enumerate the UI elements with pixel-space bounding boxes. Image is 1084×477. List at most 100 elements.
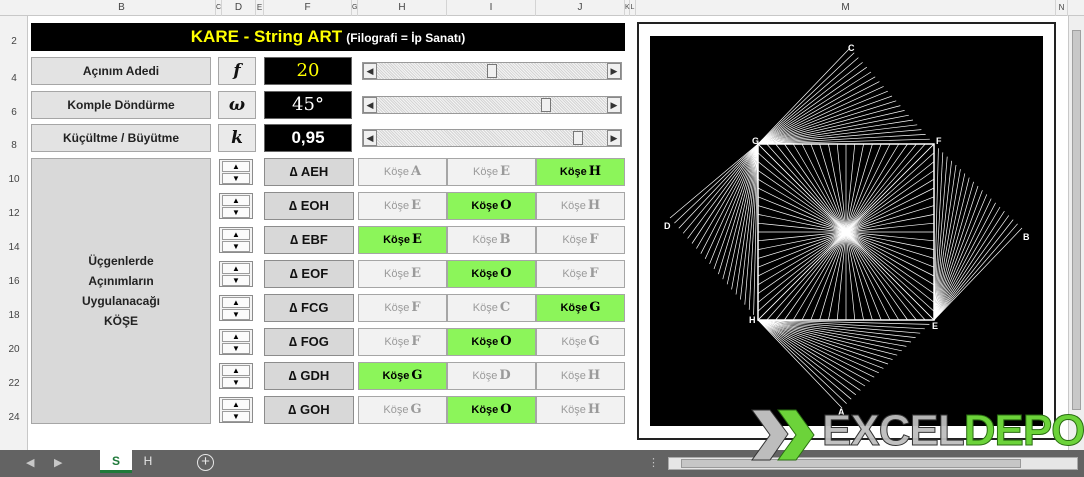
spinner-down-icon[interactable]: ▼ bbox=[222, 309, 250, 320]
row-number[interactable]: 2 bbox=[0, 36, 28, 47]
corner-spinner[interactable]: ▲ ▼ bbox=[219, 397, 253, 423]
spinner-up-icon[interactable]: ▲ bbox=[222, 399, 250, 410]
param-value-rotation[interactable]: 45° bbox=[264, 91, 352, 119]
column-header-d[interactable]: D bbox=[222, 0, 256, 16]
row-number[interactable]: 4 bbox=[0, 73, 28, 84]
corner-cell[interactable]: Köşe D bbox=[447, 362, 536, 390]
slider-thumb[interactable] bbox=[541, 98, 551, 112]
column-header-e[interactable]: E bbox=[256, 0, 264, 16]
corner-cell-letter: E bbox=[411, 266, 421, 281]
row-number[interactable]: 12 bbox=[0, 208, 28, 219]
row-number[interactable]: 8 bbox=[0, 140, 28, 151]
spinner-up-icon[interactable]: ▲ bbox=[222, 161, 250, 172]
corner-cell[interactable]: Köşe F bbox=[358, 328, 447, 356]
spinner-down-icon[interactable]: ▼ bbox=[222, 377, 250, 388]
corner-cell[interactable]: Köşe E bbox=[358, 226, 447, 254]
add-sheet-icon[interactable]: + bbox=[197, 454, 214, 471]
corner-cell-letter: D bbox=[499, 368, 511, 383]
corner-cell[interactable]: Köşe H bbox=[536, 192, 625, 220]
corner-cell-label: Köşe bbox=[471, 268, 499, 280]
spinner-up-icon[interactable]: ▲ bbox=[222, 331, 250, 342]
spinner-up-icon[interactable]: ▲ bbox=[222, 195, 250, 206]
slider-right-arrow-icon[interactable]: ▶ bbox=[607, 63, 621, 79]
corner-cell[interactable]: Köşe O bbox=[447, 260, 536, 288]
sheet-tab-s[interactable]: S bbox=[100, 450, 132, 473]
vertical-scroll-thumb[interactable] bbox=[1072, 30, 1081, 410]
slider-right-arrow-icon[interactable]: ▶ bbox=[607, 97, 621, 113]
corner-spinner[interactable]: ▲ ▼ bbox=[219, 261, 253, 287]
corner-cell[interactable]: Köşe O bbox=[447, 328, 536, 356]
spinner-up-icon[interactable]: ▲ bbox=[222, 263, 250, 274]
corner-spinner[interactable]: ▲ ▼ bbox=[219, 295, 253, 321]
vertical-scrollbar[interactable] bbox=[1068, 16, 1084, 450]
corner-cell[interactable]: Köşe G bbox=[536, 328, 625, 356]
row-number[interactable]: 22 bbox=[0, 378, 28, 389]
spinner-down-icon[interactable]: ▼ bbox=[222, 241, 250, 252]
corner-spinner[interactable]: ▲ ▼ bbox=[219, 227, 253, 253]
slider-left-arrow-icon[interactable]: ◀ bbox=[363, 130, 377, 146]
spinner-down-icon[interactable]: ▼ bbox=[222, 275, 250, 286]
spinner-down-icon[interactable]: ▼ bbox=[222, 207, 250, 218]
column-header-j[interactable]: J bbox=[536, 0, 625, 16]
corner-cell[interactable]: Köşe C bbox=[447, 294, 536, 322]
slider-thumb[interactable] bbox=[487, 64, 497, 78]
corner-cell[interactable]: Köşe G bbox=[358, 362, 447, 390]
corner-cell[interactable]: Köşe A bbox=[358, 158, 447, 186]
spinner-up-icon[interactable]: ▲ bbox=[222, 229, 250, 240]
param-value-scale[interactable]: 0,95 bbox=[264, 124, 352, 152]
slider-left-arrow-icon[interactable]: ◀ bbox=[363, 63, 377, 79]
column-header-b[interactable]: B bbox=[28, 0, 216, 16]
corner-spinner[interactable]: ▲ ▼ bbox=[219, 193, 253, 219]
corner-cell[interactable]: Köşe F bbox=[536, 226, 625, 254]
spinner-down-icon[interactable]: ▼ bbox=[222, 173, 250, 184]
corner-cell[interactable]: Köşe H bbox=[536, 158, 625, 186]
corner-section-label: Üçgenlerde Açınımların Uygulanacağı KÖŞE bbox=[31, 158, 211, 424]
slider-count[interactable]: ◀ ▶ bbox=[362, 62, 622, 80]
param-value-count[interactable]: 20 bbox=[264, 57, 352, 85]
row-number[interactable]: 24 bbox=[0, 412, 28, 423]
corner-cell[interactable]: Köşe E bbox=[358, 260, 447, 288]
slider-scale[interactable]: ◀ ▶ bbox=[362, 129, 622, 147]
more-options-icon[interactable]: ⋮ bbox=[648, 456, 659, 469]
slider-thumb[interactable] bbox=[573, 131, 583, 145]
corner-cell[interactable]: Köşe H bbox=[536, 362, 625, 390]
corner-cell[interactable]: Köşe E bbox=[447, 158, 536, 186]
logo-text-excel: EXCEL bbox=[822, 406, 966, 456]
corner-spinner[interactable]: ▲ ▼ bbox=[219, 363, 253, 389]
corner-cell[interactable]: Köşe H bbox=[536, 396, 625, 424]
corner-cell[interactable]: Köşe O bbox=[447, 192, 536, 220]
sheet-next-icon[interactable]: ▶ bbox=[54, 456, 62, 469]
corner-cell[interactable]: Köşe F bbox=[536, 260, 625, 288]
corner-spinner[interactable]: ▲ ▼ bbox=[219, 329, 253, 355]
corner-cell[interactable]: Köşe B bbox=[447, 226, 536, 254]
spinner-up-icon[interactable]: ▲ bbox=[222, 297, 250, 308]
corner-spinner[interactable]: ▲ ▼ bbox=[219, 159, 253, 185]
column-header-m[interactable]: M bbox=[636, 0, 1056, 16]
column-header-h[interactable]: H bbox=[358, 0, 447, 16]
row-number[interactable]: 14 bbox=[0, 242, 28, 253]
spinner-down-icon[interactable]: ▼ bbox=[222, 411, 250, 422]
row-number[interactable]: 10 bbox=[0, 174, 28, 185]
column-header-n[interactable]: N bbox=[1056, 0, 1068, 16]
row-number[interactable]: 20 bbox=[0, 344, 28, 355]
corner-cell[interactable]: Köşe O bbox=[447, 396, 536, 424]
row-number[interactable]: 16 bbox=[0, 276, 28, 287]
corner-cell-label: Köşe bbox=[471, 200, 499, 212]
sheet-prev-icon[interactable]: ◀ bbox=[26, 456, 34, 469]
corner-cell[interactable]: Köşe F bbox=[358, 294, 447, 322]
column-header-i[interactable]: I bbox=[447, 0, 536, 16]
slider-right-arrow-icon[interactable]: ▶ bbox=[607, 130, 621, 146]
corner-cell-label: Köşe bbox=[559, 166, 587, 178]
slider-rotation[interactable]: ◀ ▶ bbox=[362, 96, 622, 114]
corner-cell[interactable]: Köşe E bbox=[358, 192, 447, 220]
slider-left-arrow-icon[interactable]: ◀ bbox=[363, 97, 377, 113]
column-header-f[interactable]: F bbox=[264, 0, 352, 16]
spinner-down-icon[interactable]: ▼ bbox=[222, 343, 250, 354]
corner-cell-label: Köşe bbox=[562, 234, 588, 246]
spinner-up-icon[interactable]: ▲ bbox=[222, 365, 250, 376]
corner-cell[interactable]: Köşe G bbox=[358, 396, 447, 424]
row-number[interactable]: 18 bbox=[0, 310, 28, 321]
row-number[interactable]: 6 bbox=[0, 107, 28, 118]
corner-cell[interactable]: Köşe G bbox=[536, 294, 625, 322]
sheet-tab-h[interactable]: H bbox=[134, 450, 162, 473]
